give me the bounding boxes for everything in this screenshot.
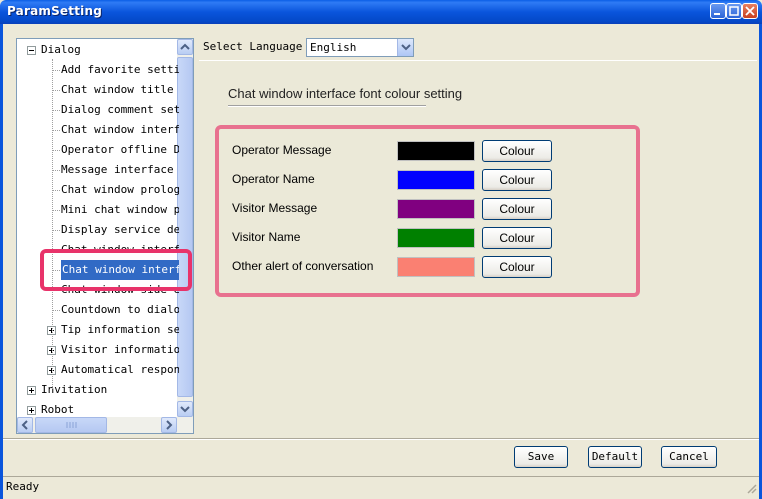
selected-node-highlight [40,249,192,291]
chevron-down-icon [401,44,411,51]
minimize-button[interactable] [710,3,726,19]
colour-setting-label: Operator Name [232,172,315,186]
tree-item-label: Countdown to dialog [61,303,179,316]
expand-icon[interactable] [27,386,36,395]
resize-grip-icon[interactable] [745,482,757,494]
section-divider [228,105,426,107]
footer-divider [3,438,759,440]
colour-setting-label: Other alert of conversation [232,259,374,273]
tree-connector [52,130,60,131]
language-label: Select Language [203,40,303,53]
tree-item-label: Dialog [41,43,81,56]
colour-picker-button[interactable]: Colour [482,256,552,278]
colour-picker-button[interactable]: Colour [482,169,552,191]
colour-picker-button[interactable]: Colour [482,198,552,220]
tree-leaf[interactable]: Tip information sett [17,320,179,340]
tree-connector [52,170,60,171]
colour-setting-row: Operator Message Colour [232,140,562,162]
maximize-button[interactable] [726,3,742,19]
language-value: English [310,41,357,54]
status-text: Ready [6,480,40,493]
tree-leaf[interactable]: Visitor information [17,340,179,360]
colour-swatch [397,228,475,248]
tree-leaf[interactable]: Mini chat window pro [17,200,179,220]
window-title: ParamSetting [7,4,102,18]
grip-icon [66,422,77,428]
tree-leaf[interactable]: Countdown to dialog [17,300,179,320]
tree-node[interactable]: Invitation [17,380,179,400]
colour-picker-button[interactable]: Colour [482,140,552,162]
tree-item-label: Invitation [41,383,108,396]
colour-setting-row: Other alert of conversation Colour [232,256,562,278]
tree-node[interactable]: Robot [17,400,179,420]
cancel-button[interactable]: Cancel [661,446,717,468]
colour-swatch [397,170,475,190]
maximize-icon [729,6,739,16]
tree-leaf[interactable]: Add favorite setting [17,60,179,80]
tree-leaf[interactable]: Operator offline Dis [17,140,179,160]
tree-leaf[interactable]: Automatical response [17,360,179,380]
tree-scroll-thumb[interactable] [177,57,193,397]
tree-item-label: Chat window interfac [61,123,179,136]
tree-item-label: Message interface se [61,163,179,176]
colour-swatch [397,199,475,219]
colour-setting-row: Visitor Message Colour [232,198,562,220]
tree-leaf[interactable]: Message interface se [17,160,179,180]
tree-item-label: Mini chat window pro [61,203,179,216]
colour-swatch [397,141,475,161]
tree-leaf[interactable]: Dialog comment setti [17,100,179,120]
status-bar: Ready [3,476,759,496]
tree-node[interactable]: Dialog [17,40,179,60]
tree-leaf[interactable]: Chat window title se [17,80,179,100]
tree-connector [52,310,60,311]
tree-item-label: Operator offline Dis [61,143,179,156]
close-icon [745,6,755,16]
expand-icon[interactable] [27,406,36,415]
colour-setting-label: Operator Message [232,143,332,157]
scroll-down-button[interactable] [177,401,193,417]
tree-leaf[interactable]: Chat window prologue [17,180,179,200]
tree-connector [52,70,60,71]
chevron-right-icon [166,420,173,430]
tree-connector [52,59,53,389]
chevron-up-icon [180,43,190,50]
colour-setting-label: Visitor Name [232,230,301,244]
collapse-icon[interactable] [27,46,36,55]
tree-item-label: Chat window title se [61,83,179,96]
tree-item-label: Robot [41,403,75,416]
tree-connector [52,150,60,151]
minimize-icon [714,13,720,15]
title-bar: ParamSetting [0,0,762,24]
tree-item-label: Dialog comment setti [61,103,179,116]
tree-connector [52,110,60,111]
tree-item-label: Add favorite setting [61,63,179,76]
section-title: Chat window interface font colour settin… [228,86,463,101]
scroll-up-button[interactable] [177,39,193,55]
colour-setting-row: Operator Name Colour [232,169,562,191]
dropdown-button[interactable] [397,39,413,56]
tree-connector [52,230,60,231]
colour-setting-row: Visitor Name Colour [232,227,562,249]
colour-setting-label: Visitor Message [232,201,318,215]
tree-item-label: Chat window prologue [61,183,179,196]
chevron-down-icon [180,406,190,413]
tree-item-label: Visitor information [61,343,179,356]
tree-vertical-scrollbar[interactable] [177,39,193,417]
language-select[interactable]: English [306,38,414,57]
tree-connector [52,210,60,211]
tree-connector [52,90,60,91]
close-button[interactable] [742,3,758,19]
save-button[interactable]: Save [514,446,568,468]
tree-connector [52,190,60,191]
tree-item-label: Automatical response [61,363,179,376]
tree-leaf[interactable]: Display service depa [17,220,179,240]
chevron-left-icon [21,420,28,430]
default-button[interactable]: Default [588,446,642,468]
colour-picker-button[interactable]: Colour [482,227,552,249]
tree-leaf[interactable]: Chat window interfac [17,120,179,140]
colour-swatch [397,257,475,277]
tree-item-label: Tip information sett [61,323,179,336]
tree-item-label: Display service depa [61,223,179,236]
settings-tree[interactable]: Dialog Add favorite setting Chat window ti… [16,38,194,434]
